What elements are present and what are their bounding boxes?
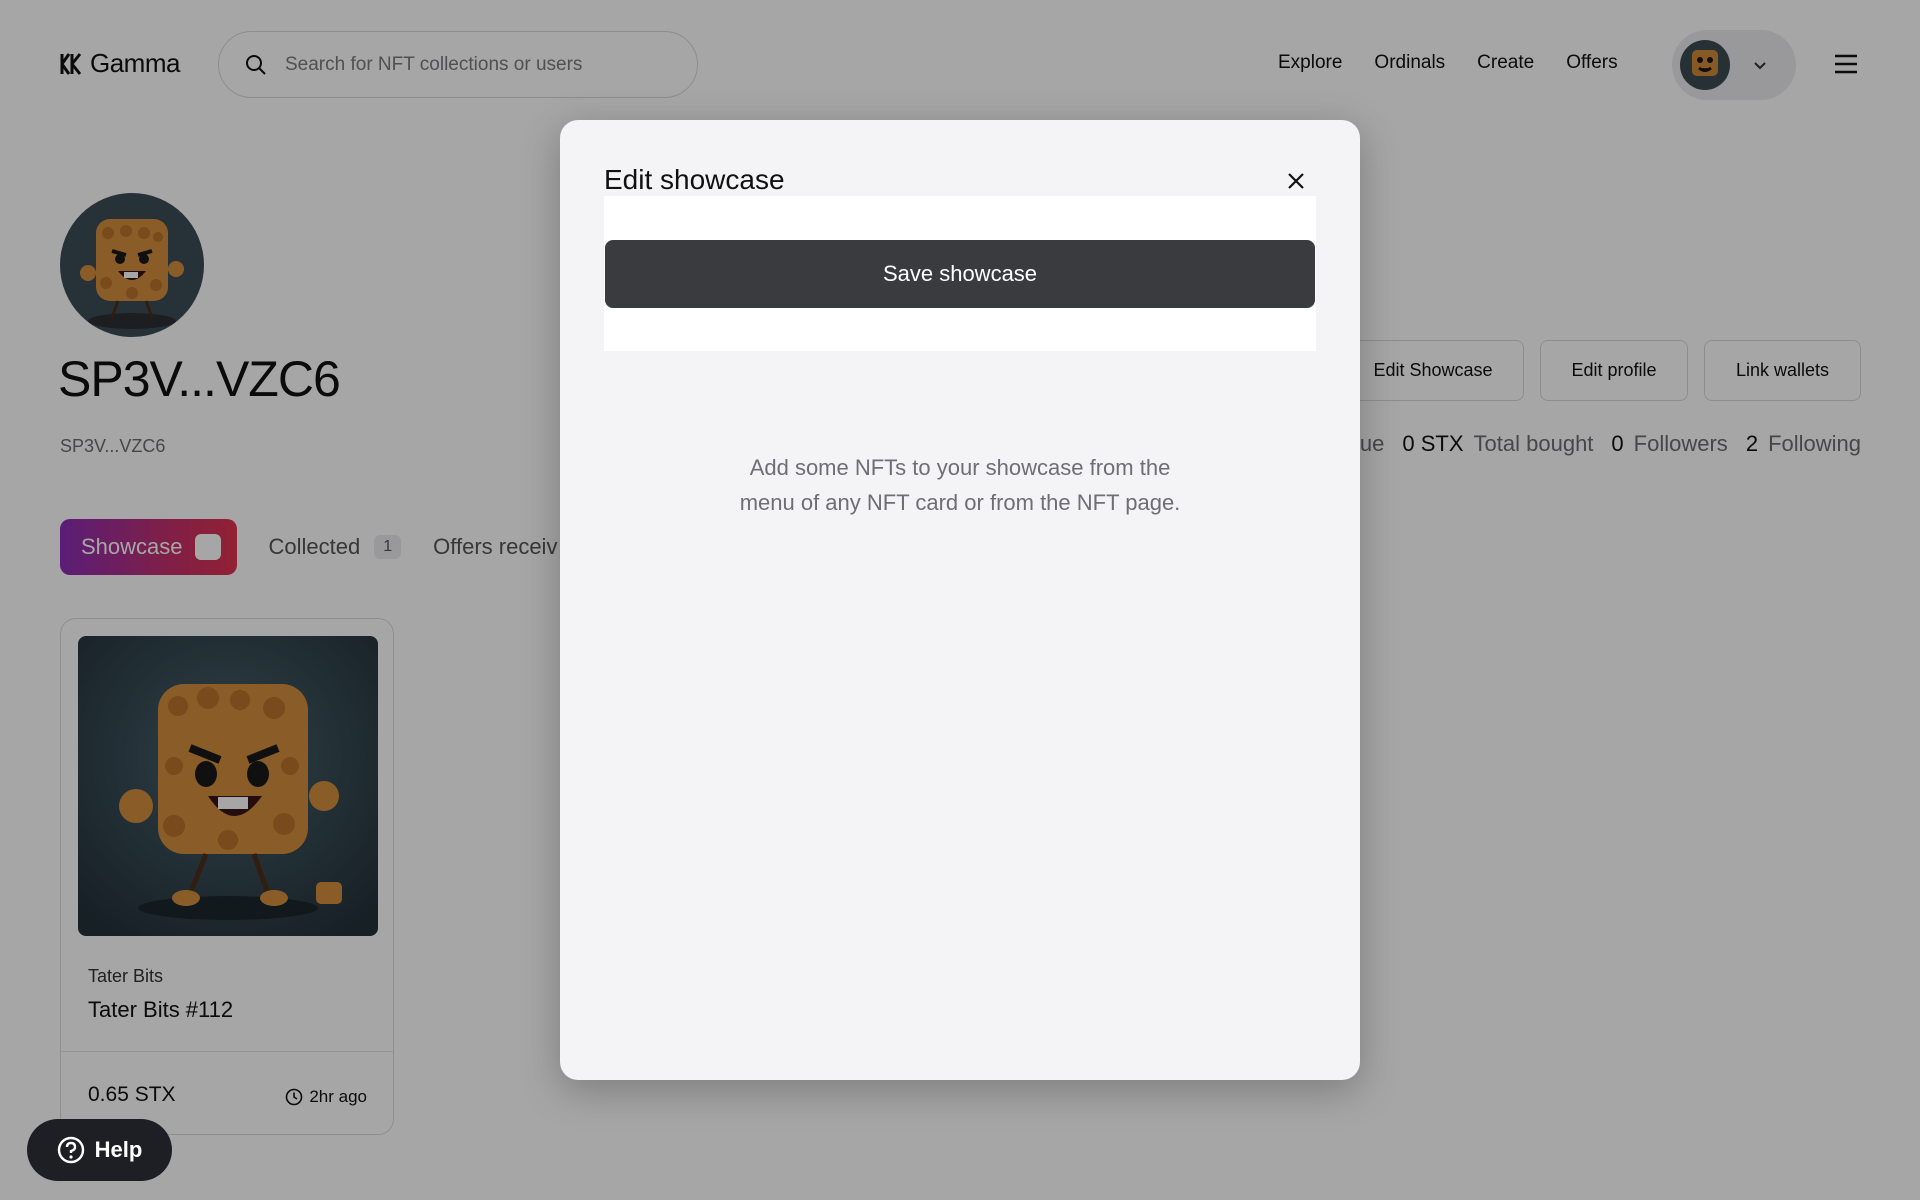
save-area: Save showcase [604,196,1316,351]
page: Gamma Explore Ordinals Create Offers [0,0,1920,1200]
edit-showcase-modal: Edit showcase Save showcase Add some NFT… [560,120,1360,1080]
save-showcase-button[interactable]: Save showcase [605,240,1315,308]
help-button[interactable]: Help [27,1119,172,1181]
help-label: Help [94,1137,143,1162]
empty-state-message: Add some NFTs to your showcase from the … [739,455,1181,515]
modal-title: Edit showcase [604,164,785,195]
close-button[interactable] [1280,165,1312,197]
close-icon [1288,173,1304,189]
help-question-icon [57,1136,84,1164]
